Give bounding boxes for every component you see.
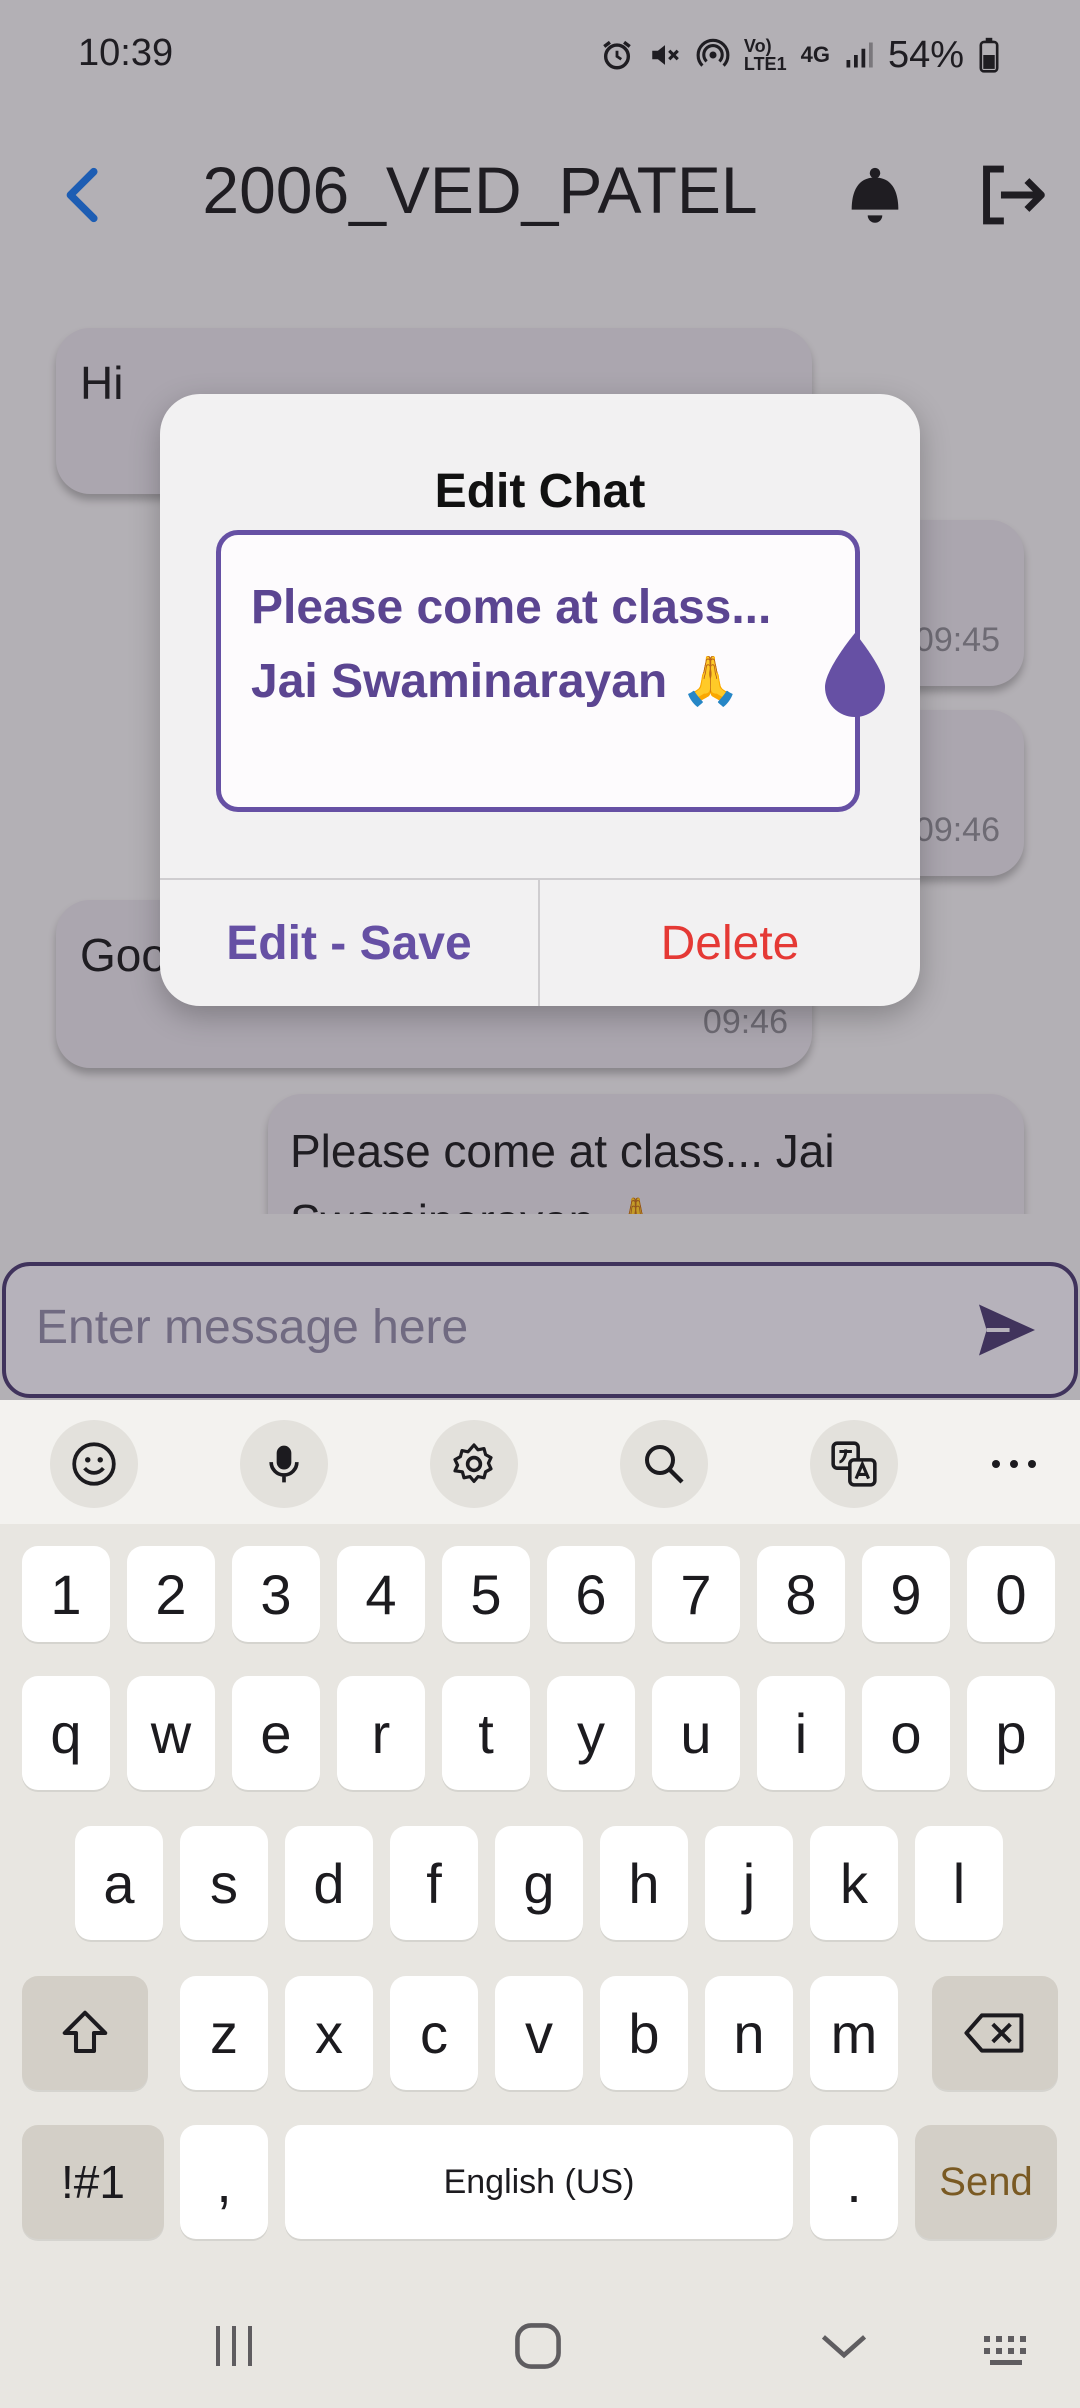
- microphone-icon: [269, 1445, 299, 1483]
- edit-message-field[interactable]: Please come at class... Jai Swaminarayan…: [216, 530, 885, 812]
- chat-screen: 10:39 Vo) LTE1 4G 54% 2006_VED_PATEL Hi 0…: [0, 0, 1080, 1400]
- more-options-button[interactable]: [970, 1420, 1058, 1508]
- key[interactable]: r: [337, 1676, 425, 1790]
- key[interactable]: u: [652, 1676, 740, 1790]
- key[interactable]: f: [390, 1826, 478, 1940]
- key[interactable]: t: [442, 1676, 530, 1790]
- backspace-key[interactable]: [932, 1976, 1058, 2090]
- key[interactable]: p: [967, 1676, 1055, 1790]
- gear-icon: [453, 1443, 493, 1483]
- symbols-key[interactable]: !#1: [22, 2125, 164, 2239]
- key[interactable]: q: [22, 1676, 110, 1790]
- home-icon[interactable]: [510, 2314, 566, 2378]
- key[interactable]: h: [600, 1826, 688, 1940]
- keyboard-toolbar: [0, 1400, 1080, 1524]
- keyboard: 1 2 3 4 5 6 7 8 9 0 q w e r t y u i o p …: [0, 1400, 1080, 2408]
- keyboard-search-button[interactable]: [620, 1420, 708, 1508]
- key[interactable]: 8: [757, 1546, 845, 1642]
- translate-icon: [831, 1441, 877, 1487]
- key[interactable]: n: [705, 1976, 793, 2090]
- key[interactable]: e: [232, 1676, 320, 1790]
- key[interactable]: c: [390, 1976, 478, 2090]
- key[interactable]: s: [180, 1826, 268, 1940]
- key[interactable]: g: [495, 1826, 583, 1940]
- shift-icon: [62, 2010, 108, 2054]
- edit-chat-dialog: Edit Chat Please come at class... Jai Sw…: [160, 394, 920, 1006]
- send-key[interactable]: Send: [915, 2125, 1057, 2239]
- key[interactable]: 5: [442, 1546, 530, 1642]
- comma-key[interactable]: ,: [180, 2125, 268, 2239]
- space-key[interactable]: English (US): [285, 2125, 793, 2239]
- shift-key[interactable]: [22, 1976, 148, 2090]
- edit-message-text: Please come at class... Jai Swaminarayan…: [251, 571, 811, 719]
- key[interactable]: 7: [652, 1546, 740, 1642]
- key[interactable]: j: [705, 1826, 793, 1940]
- emoji-button[interactable]: [50, 1420, 138, 1508]
- key[interactable]: 2: [127, 1546, 215, 1642]
- key[interactable]: i: [757, 1676, 845, 1790]
- translate-button[interactable]: [810, 1420, 898, 1508]
- period-key[interactable]: .: [810, 2125, 898, 2239]
- key[interactable]: 9: [862, 1546, 950, 1642]
- voice-input-button[interactable]: [240, 1420, 328, 1508]
- edit-save-button[interactable]: Edit - Save: [160, 880, 538, 1006]
- key[interactable]: 1: [22, 1546, 110, 1642]
- key[interactable]: m: [810, 1976, 898, 2090]
- keyboard-settings-button[interactable]: [430, 1420, 518, 1508]
- key[interactable]: 4: [337, 1546, 425, 1642]
- recent-apps-icon[interactable]: [210, 2314, 258, 2378]
- backspace-icon: [964, 2013, 1024, 2053]
- key[interactable]: a: [75, 1826, 163, 1940]
- key[interactable]: z: [180, 1976, 268, 2090]
- key[interactable]: v: [495, 1976, 583, 2090]
- hide-keyboard-icon[interactable]: [816, 2314, 872, 2378]
- navigation-bar: [0, 2284, 1080, 2408]
- key[interactable]: x: [285, 1976, 373, 2090]
- key[interactable]: 3: [232, 1546, 320, 1642]
- key[interactable]: y: [547, 1676, 635, 1790]
- edit-line-1: Please come at class...: [251, 581, 772, 634]
- emoji-icon: [72, 1442, 116, 1486]
- key[interactable]: o: [862, 1676, 950, 1790]
- keyboard-keys: 1 2 3 4 5 6 7 8 9 0 q w e r t y u i o p …: [0, 1524, 1080, 2284]
- keyboard-switch-icon[interactable]: [980, 2314, 1036, 2378]
- search-icon: [645, 1445, 684, 1484]
- key[interactable]: k: [810, 1826, 898, 1940]
- key[interactable]: 6: [547, 1546, 635, 1642]
- dialog-title: Edit Chat: [434, 465, 646, 518]
- key[interactable]: b: [600, 1976, 688, 2090]
- key[interactable]: l: [915, 1826, 1003, 1940]
- more-horizontal-icon: [992, 1460, 1036, 1468]
- key[interactable]: w: [127, 1676, 215, 1790]
- key[interactable]: 0: [967, 1546, 1055, 1642]
- edit-line-2: Jai Swaminarayan 🙏: [251, 655, 741, 708]
- key[interactable]: d: [285, 1826, 373, 1940]
- text-cursor-handle-icon[interactable]: [821, 629, 889, 721]
- delete-button[interactable]: Delete: [540, 880, 920, 1006]
